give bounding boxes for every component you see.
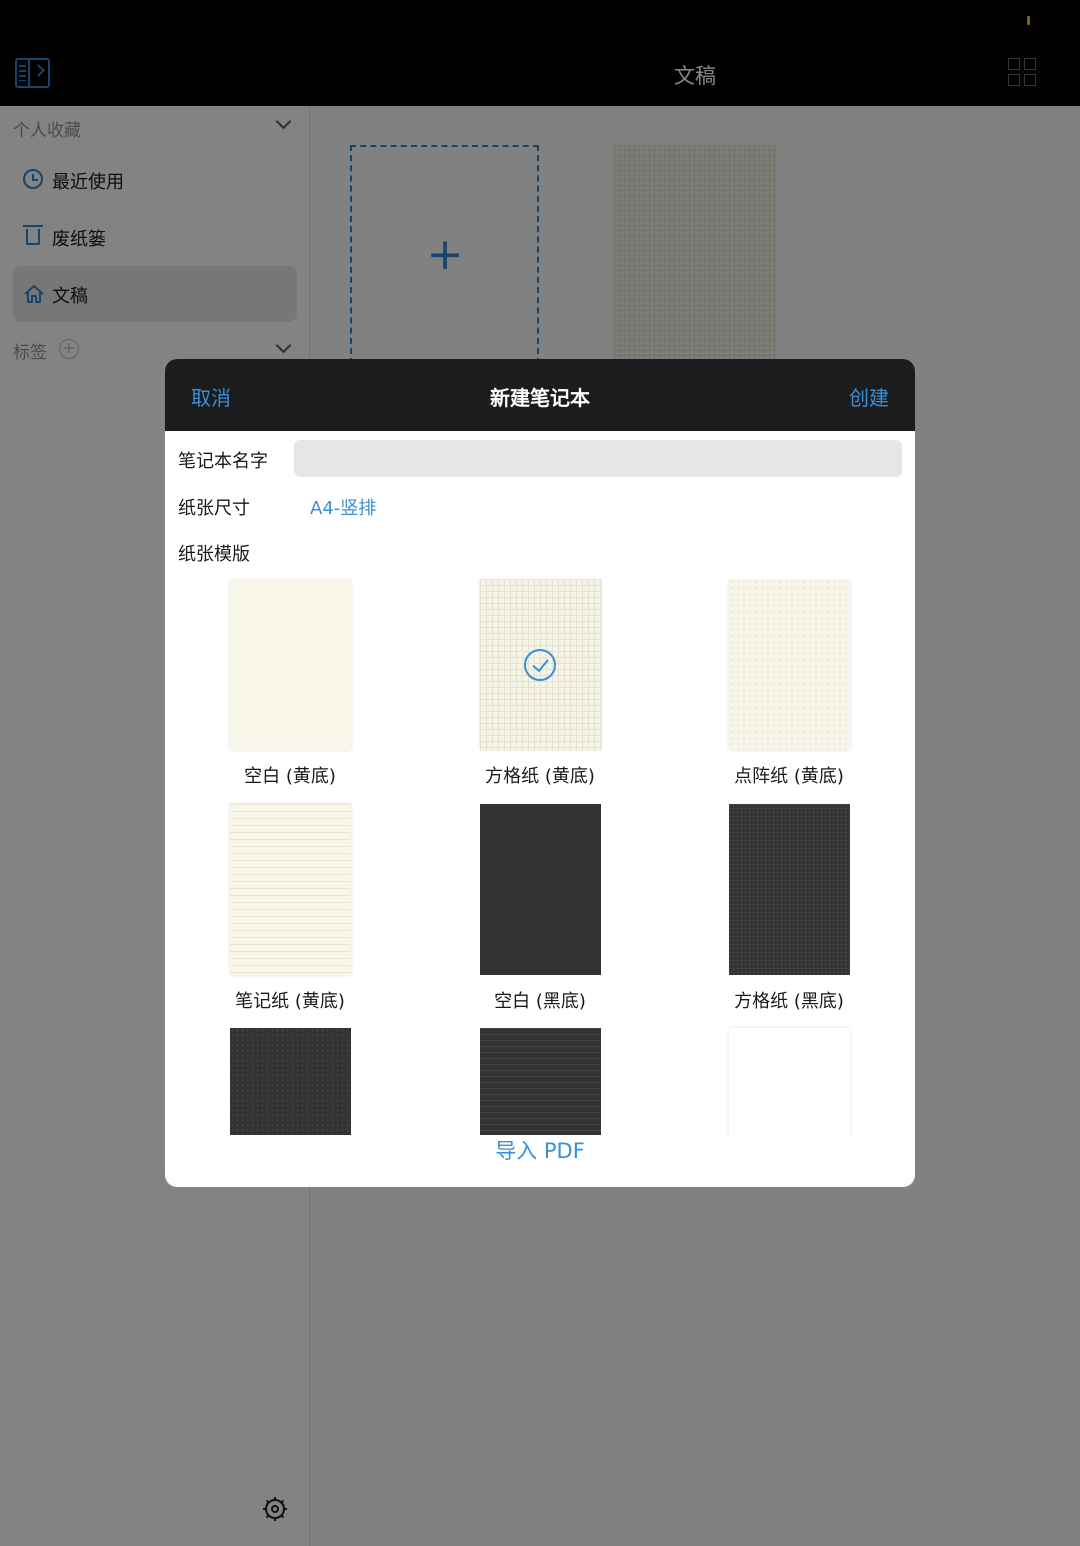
new-notebook-dialog: 取消 新建笔记本 创建 笔记本名字 纸张尺寸 A4-竖排 纸张模版 空白 (黄底… — [165, 359, 915, 1187]
import-pdf-button[interactable]: 导入 PDF — [390, 1135, 690, 1165]
template-label: 笔记纸 (黄底) — [235, 991, 345, 1012]
template-grid[interactable]: 空白 (黄底) 方格纸 (黄底) 点阵纸 (黄底) 笔记纸 (黄底) 空白 (黑… — [165, 579, 915, 1135]
template-preview — [729, 1028, 850, 1135]
notebook-name-input[interactable] — [294, 440, 902, 477]
create-button[interactable]: 创建 — [849, 382, 889, 411]
template-preview — [729, 579, 850, 750]
template-preview — [230, 579, 351, 750]
cancel-button[interactable]: 取消 — [191, 382, 231, 411]
template-preview — [230, 804, 351, 975]
template-preview — [480, 1028, 601, 1135]
dialog-title: 新建笔记本 — [490, 386, 590, 410]
template-preview — [480, 804, 601, 975]
template-preview — [230, 1028, 351, 1135]
template-label: 空白 (黑底) — [494, 991, 586, 1012]
dialog-header: 取消 新建笔记本 创建 — [165, 359, 915, 431]
template-label: 空白 (黄底) — [244, 766, 336, 787]
paper-template-label: 纸张模版 — [178, 544, 250, 565]
paper-size-select[interactable]: A4-竖排 — [310, 494, 376, 520]
template-label: 点阵纸 (黄底) — [734, 766, 844, 787]
template-label: 方格纸 (黑底) — [734, 991, 844, 1012]
notebook-name-label: 笔记本名字 — [178, 451, 268, 472]
template-label: 方格纸 (黄底) — [485, 766, 595, 787]
template-preview — [480, 579, 601, 750]
template-preview — [729, 804, 850, 975]
paper-size-label: 纸张尺寸 — [178, 498, 250, 519]
checkmark-icon — [524, 649, 556, 681]
